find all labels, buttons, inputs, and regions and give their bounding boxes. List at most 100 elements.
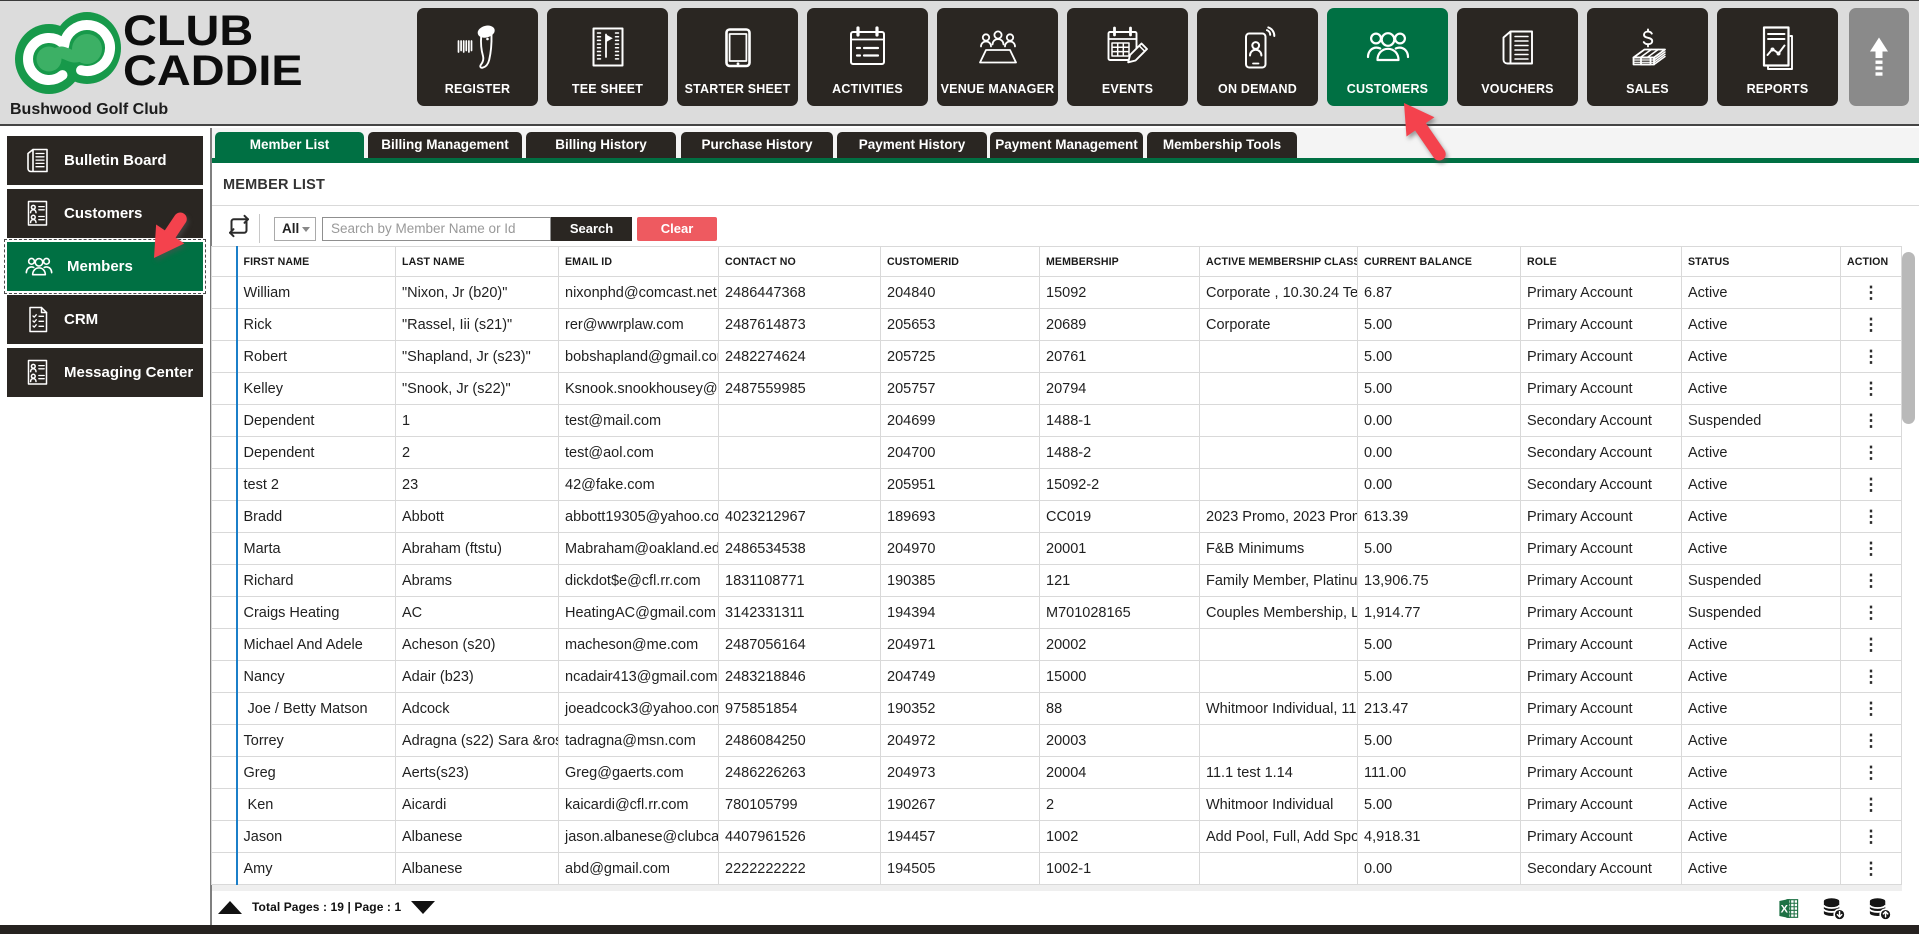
row-selector-cell[interactable] — [212, 341, 237, 373]
scroll-up-button[interactable] — [1849, 8, 1909, 106]
row-actions-menu[interactable]: ⋮ — [1841, 789, 1902, 821]
row-actions-menu[interactable]: ⋮ — [1841, 277, 1902, 309]
export-db-up-icon — [1867, 896, 1892, 921]
row-selector-cell[interactable] — [212, 597, 237, 629]
cell-membership: CC019 — [1040, 501, 1200, 533]
nav-on-demand-button[interactable]: ON DEMAND — [1197, 8, 1318, 106]
sidebar-item-bulletin-board[interactable]: Bulletin Board — [7, 136, 203, 185]
cell-first: test 2 — [237, 469, 396, 501]
row-actions-menu[interactable]: ⋮ — [1841, 853, 1902, 885]
row-actions-menu[interactable]: ⋮ — [1841, 405, 1902, 437]
column-header[interactable]: ACTIVE MEMBERSHIP CLASSE — [1200, 247, 1358, 277]
cell-role: Primary Account — [1521, 629, 1682, 661]
row-actions-menu[interactable]: ⋮ — [1841, 501, 1902, 533]
row-selector-cell[interactable] — [212, 693, 237, 725]
row-actions-menu[interactable]: ⋮ — [1841, 693, 1902, 725]
row-selector-cell[interactable] — [212, 437, 237, 469]
export-data-down-button[interactable] — [1821, 896, 1846, 926]
column-header[interactable]: CONTACT NO — [719, 247, 881, 277]
row-selector-cell[interactable] — [212, 501, 237, 533]
tab-billing-history[interactable]: Billing History — [526, 132, 676, 158]
row-actions-menu[interactable]: ⋮ — [1841, 821, 1902, 853]
cell-last: Abrams — [396, 565, 559, 597]
row-selector-cell[interactable] — [212, 373, 237, 405]
tab-purchase-history[interactable]: Purchase History — [681, 132, 833, 158]
cell-customerid: 205725 — [881, 341, 1040, 373]
row-selector-cell[interactable] — [212, 469, 237, 501]
nav-tee-sheet-button[interactable]: TEE SHEET — [547, 8, 668, 106]
row-selector-cell[interactable] — [212, 821, 237, 853]
tab-membership-tools[interactable]: Membership Tools — [1147, 132, 1297, 158]
svg-text:X: X — [1781, 904, 1789, 916]
tab-billing-management[interactable]: Billing Management — [368, 132, 522, 158]
row-actions-menu[interactable]: ⋮ — [1841, 725, 1902, 757]
cell-contact: 2487056164 — [719, 629, 881, 661]
contact-card-icon — [22, 357, 53, 388]
filter-select[interactable]: All — [274, 217, 316, 241]
column-header[interactable]: EMAIL ID — [559, 247, 719, 277]
search-button[interactable]: Search — [551, 217, 632, 241]
row-selector-cell[interactable] — [212, 853, 237, 885]
row-selector-cell[interactable] — [212, 565, 237, 597]
nav-activities-button[interactable]: ACTIVITIES — [807, 8, 928, 106]
cell-email: Greg@gaerts.com — [559, 757, 719, 789]
row-actions-menu[interactable]: ⋮ — [1841, 661, 1902, 693]
tab-payment-history[interactable]: Payment History — [837, 132, 987, 158]
cell-role: Secondary Account — [1521, 853, 1682, 885]
row-actions-menu[interactable]: ⋮ — [1841, 309, 1902, 341]
row-selector-cell[interactable] — [212, 757, 237, 789]
tab-member-list[interactable]: Member List — [215, 132, 364, 158]
cell-role: Primary Account — [1521, 693, 1682, 725]
row-selector-cell[interactable] — [212, 629, 237, 661]
cell-customerid: 204749 — [881, 661, 1040, 693]
column-header[interactable]: STATUS — [1682, 247, 1841, 277]
row-actions-menu[interactable]: ⋮ — [1841, 437, 1902, 469]
row-selector-cell[interactable] — [212, 661, 237, 693]
search-input[interactable]: Search by Member Name or Id — [322, 217, 551, 241]
nav-sales-button[interactable]: SALES — [1587, 8, 1708, 106]
row-actions-menu[interactable]: ⋮ — [1841, 533, 1902, 565]
clear-button[interactable]: Clear — [637, 217, 717, 241]
nav-starter-sheet-button[interactable]: STARTER SHEET — [677, 8, 798, 106]
row-actions-menu[interactable]: ⋮ — [1841, 629, 1902, 661]
row-actions-menu[interactable]: ⋮ — [1841, 373, 1902, 405]
row-selector-cell[interactable] — [212, 789, 237, 821]
row-selector-cell[interactable] — [212, 405, 237, 437]
column-header[interactable]: ROLE — [1521, 247, 1682, 277]
nav-register-button[interactable]: REGISTER — [417, 8, 538, 106]
refresh-icon[interactable] — [227, 214, 251, 238]
column-header[interactable]: CURRENT BALANCE — [1358, 247, 1521, 277]
row-actions-menu[interactable]: ⋮ — [1841, 597, 1902, 629]
sidebar-item-messaging-center[interactable]: Messaging Center — [7, 348, 203, 397]
column-header[interactable]: LAST NAME — [396, 247, 559, 277]
cell-last: Acheson (s20) — [396, 629, 559, 661]
page-down-icon[interactable] — [411, 901, 435, 914]
row-selector-cell[interactable] — [212, 533, 237, 565]
row-actions-menu[interactable]: ⋮ — [1841, 469, 1902, 501]
row-actions-menu[interactable]: ⋮ — [1841, 565, 1902, 597]
column-header[interactable]: CUSTOMERID — [881, 247, 1040, 277]
bottom-bar — [0, 925, 1919, 934]
cell-membership: 1488-2 — [1040, 437, 1200, 469]
cell-customerid: 190385 — [881, 565, 1040, 597]
nav-events-button[interactable]: EVENTS — [1067, 8, 1188, 106]
cell-role: Primary Account — [1521, 373, 1682, 405]
column-header[interactable]: MEMBERSHIP — [1040, 247, 1200, 277]
cell-last: Adair (b23) — [396, 661, 559, 693]
page-up-icon[interactable] — [218, 901, 242, 914]
column-header[interactable]: ACTION — [1841, 247, 1902, 277]
tab-payment-management[interactable]: Payment Management — [990, 132, 1143, 158]
excel-export-button[interactable]: X — [1777, 897, 1800, 925]
calendar-pencil-icon — [1104, 24, 1152, 72]
vertical-scrollbar-thumb[interactable] — [1902, 252, 1915, 424]
row-actions-menu[interactable]: ⋮ — [1841, 757, 1902, 789]
cell-first: Robert — [237, 341, 396, 373]
nav-reports-button[interactable]: REPORTS — [1717, 8, 1838, 106]
column-header[interactable]: FIRST NAME — [237, 247, 396, 277]
table-row: RichardAbramsdickdot$e@cfl.rr.com1831108… — [212, 565, 1902, 597]
row-selector-cell[interactable] — [212, 725, 237, 757]
cell-email: rer@wwrplaw.com — [559, 309, 719, 341]
nav-venue-manager-button[interactable]: VENUE MANAGER — [937, 8, 1058, 106]
export-data-up-button[interactable] — [1867, 896, 1892, 926]
row-actions-menu[interactable]: ⋮ — [1841, 341, 1902, 373]
